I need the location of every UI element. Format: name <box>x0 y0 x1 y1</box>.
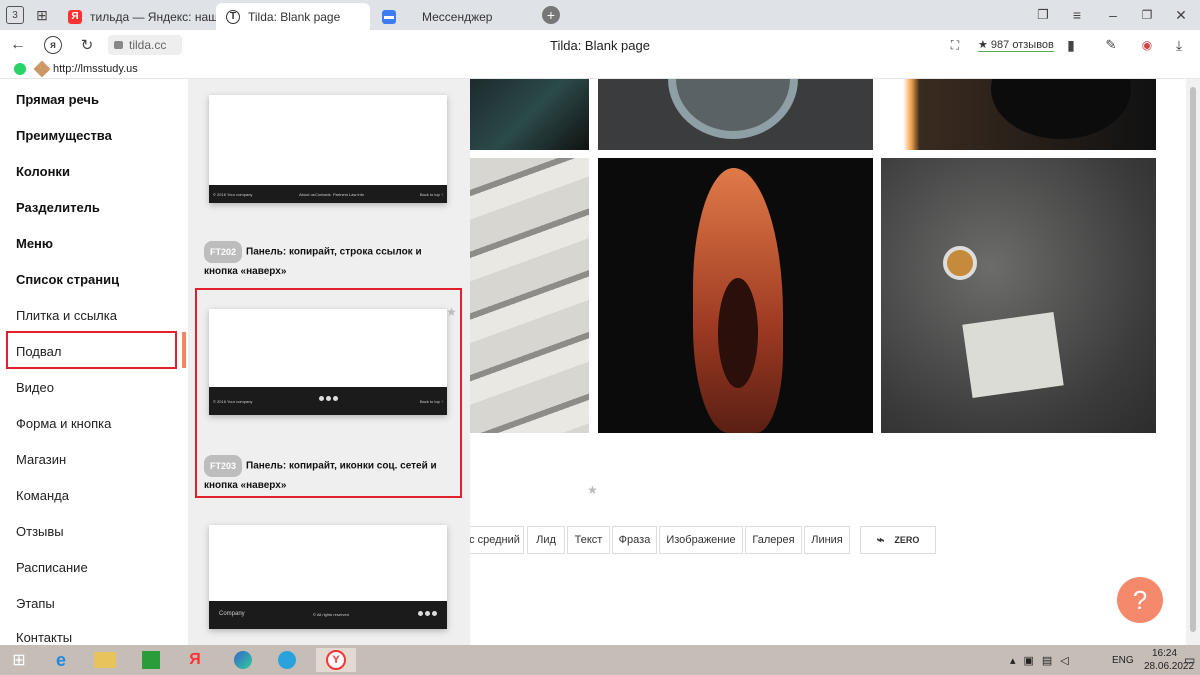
gallery-photo <box>881 158 1156 433</box>
block-description-ft202[interactable]: FT202 Панель: копирайт, строка ссылок и к… <box>204 241 454 281</box>
tab-counter-icon[interactable]: 3 <box>6 6 24 24</box>
highlight-box <box>6 331 177 369</box>
sidebar-item[interactable]: Разделитель <box>16 200 100 215</box>
sidebar-item[interactable]: Плитка и ссылка <box>16 308 117 323</box>
tab-label: Tilda: Blank page <box>248 9 341 24</box>
category-chip[interactable]: Фраза <box>612 526 657 554</box>
category-chip[interactable]: Лид <box>527 526 565 554</box>
bookmark-icon[interactable]: ▮ <box>1062 36 1080 54</box>
category-chip[interactable]: Текст <box>567 526 610 554</box>
block-thumbnail-company[interactable]: Company © All rights reserved <box>209 525 447 629</box>
sidebar-item[interactable]: Преимущества <box>16 128 112 143</box>
lock-icon <box>114 41 123 49</box>
store-icon[interactable] <box>136 648 166 672</box>
gallery-photo <box>470 158 589 433</box>
sidebar-item[interactable]: Отзывы <box>16 524 64 539</box>
windows-taskbar: ⊞ e Я Y ▴▣▤◁ ENG 16:24 28.06.2022 ▭ <box>0 645 1200 675</box>
menu-icon[interactable]: ≡ <box>1068 6 1086 24</box>
sidebar-item[interactable]: Этапы <box>16 596 55 611</box>
sidebar-item[interactable]: Список страниц <box>16 272 119 287</box>
new-tab-button[interactable]: + <box>542 6 560 24</box>
edge-icon[interactable] <box>228 648 258 672</box>
tab-tilda-blank[interactable]: T Tilda: Blank page <box>216 3 370 30</box>
block-category-sidebar: Прямая речь Преимущества Колонки Раздели… <box>0 79 188 645</box>
tab-messenger[interactable]: ▬ Мессенджер <box>372 3 532 30</box>
favorite-star-icon[interactable]: ★ <box>446 305 457 319</box>
help-button[interactable]: ? <box>1117 577 1163 623</box>
url-field[interactable]: tilda.cc <box>108 35 182 55</box>
sidebar-item[interactable]: Прямая речь <box>16 92 99 107</box>
browser-tab-bar: 3 ⊞ Я тильда — Яндекс: нашлос T Tilda: B… <box>0 0 1200 30</box>
tab-yandex-search[interactable]: Я тильда — Яндекс: нашлос <box>58 3 216 30</box>
page-title: Tilda: Blank page <box>550 38 650 53</box>
notifications-icon[interactable]: ▭ <box>1184 653 1195 667</box>
zero-block-icon: ⌁ <box>876 532 885 547</box>
address-bar: ← я ↻ tilda.cc Tilda: Blank page ⛶ ★ 987… <box>0 30 1200 60</box>
download-icon[interactable]: ⤓ <box>1170 36 1188 54</box>
category-chip[interactable]: с средний <box>470 526 524 554</box>
active-category-marker <box>182 332 186 368</box>
sidebar-item[interactable]: Меню <box>16 236 53 251</box>
telegram-icon[interactable] <box>272 648 302 672</box>
zero-block-button[interactable]: ⌁ ZERO <box>860 526 936 554</box>
category-chip[interactable]: Галерея <box>745 526 802 554</box>
block-list-panel: © 2016 Your company About us Contacts Pa… <box>188 79 470 645</box>
tab-label: тильда — Яндекс: нашлос <box>90 9 216 24</box>
minimize-icon[interactable]: – <box>1104 6 1122 24</box>
folder-icon[interactable] <box>90 648 120 672</box>
sidebar-item[interactable]: Видео <box>16 380 54 395</box>
ie-icon[interactable]: e <box>46 648 76 672</box>
bookmarks-bar: http://lmsstudy.us <box>0 60 1200 79</box>
close-icon[interactable]: ✕ <box>1172 6 1190 24</box>
gallery-photo <box>598 158 873 433</box>
clock-time[interactable]: 16:24 <box>1152 648 1177 659</box>
gallery-photo <box>470 79 589 150</box>
gallery-photo <box>598 79 873 150</box>
back-arrow-icon[interactable]: ← <box>8 36 28 54</box>
messenger-icon: ▬ <box>382 9 396 24</box>
new-tab-group-icon[interactable]: ⊞ <box>32 6 52 24</box>
bookmark-site-icon <box>33 60 51 78</box>
page-scrollbar[interactable] <box>1186 79 1200 645</box>
block-thumbnail-ft202[interactable]: © 2016 Your company About us Contacts Pa… <box>209 95 447 203</box>
social-icons <box>418 611 437 616</box>
sidebar-item[interactable]: Форма и кнопка <box>16 416 111 431</box>
yandex-active-icon[interactable]: Y <box>316 648 356 672</box>
sidebar-item[interactable]: Магазин <box>16 452 66 467</box>
bookmark-link[interactable]: http://lmsstudy.us <box>53 63 138 75</box>
block-code-badge: FT202 <box>204 241 243 263</box>
sidebar-item[interactable]: Расписание <box>16 560 88 575</box>
tab-label: Мессенджер <box>422 9 493 24</box>
reload-icon[interactable]: ↻ <box>78 36 96 54</box>
collections-icon[interactable]: ❐ <box>1034 6 1052 24</box>
url-text: tilda.cc <box>129 38 167 52</box>
category-chip[interactable]: Изображение <box>659 526 743 554</box>
yandex-home-icon[interactable]: я <box>44 36 62 54</box>
footer-preview: © 2016 Your company About us Contacts Pa… <box>209 185 447 203</box>
yandex-browser-icon[interactable]: Я <box>180 648 210 672</box>
highlight-box <box>195 288 462 498</box>
sidebar-item[interactable]: Контакты <box>16 630 72 645</box>
translate-icon[interactable]: ⛶ <box>946 36 964 54</box>
page-canvas: ★ с средний Лид Текст Фраза Изображение … <box>470 79 1186 645</box>
restore-icon[interactable]: ❐ <box>1138 6 1156 24</box>
notes-icon[interactable]: ✎ <box>1102 36 1120 54</box>
whatsapp-icon[interactable] <box>14 63 26 75</box>
favorite-star-icon[interactable]: ★ <box>587 483 598 497</box>
language-indicator[interactable]: ENG <box>1112 655 1134 666</box>
footer-preview: Company © All rights reserved <box>209 601 447 629</box>
sidebar-item[interactable]: Колонки <box>16 164 70 179</box>
gallery-photo <box>881 79 1156 150</box>
windows-start-icon[interactable]: ⊞ <box>4 648 34 672</box>
sidebar-item[interactable]: Команда <box>16 488 69 503</box>
extension-icon[interactable]: ◉ <box>1138 36 1156 54</box>
reviews-link[interactable]: ★ 987 отзывов <box>978 38 1054 52</box>
tilda-icon: T <box>226 9 240 24</box>
tray-icons[interactable]: ▴▣▤◁ <box>1010 654 1077 667</box>
category-chip[interactable]: Линия <box>804 526 850 554</box>
yandex-icon: Я <box>68 9 82 24</box>
